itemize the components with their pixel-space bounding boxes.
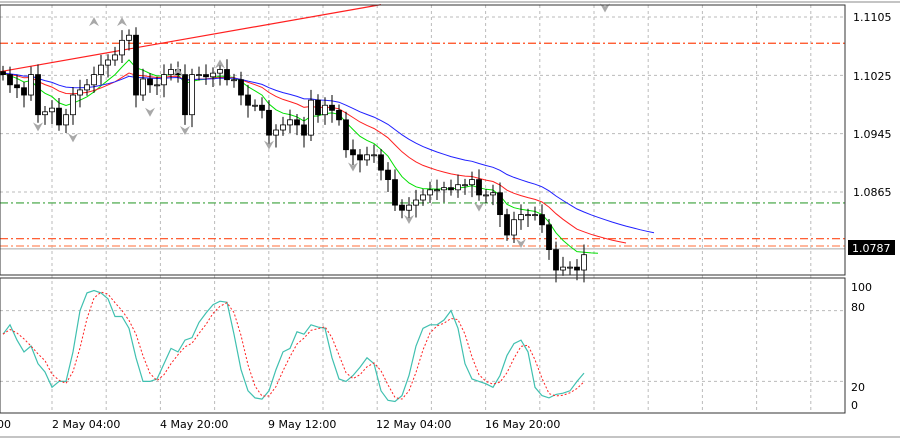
candle-bear [343, 119, 349, 151]
candle-bear [56, 107, 62, 126]
candle-bear [399, 204, 405, 211]
current-price: 1.0787 [852, 242, 891, 255]
candle-bear [266, 109, 272, 136]
time-tick: 00 [0, 418, 11, 431]
candle-bear [259, 104, 265, 111]
candle-bull [140, 78, 146, 96]
candle-bull [287, 119, 293, 126]
candle-bull [308, 99, 314, 136]
candle-bear [14, 84, 20, 89]
candle-bull [371, 154, 377, 157]
candle-bull [189, 74, 195, 116]
candle-bull [49, 107, 55, 113]
candle-bear [539, 214, 545, 226]
candle-bull [42, 111, 48, 116]
candle-bear [553, 249, 559, 271]
price-tick: 1.1025 [853, 70, 892, 83]
candle-bull [91, 74, 97, 86]
candle-bear [350, 149, 356, 156]
candle-bull [441, 187, 447, 191]
candle-bull [525, 214, 531, 217]
time-tick: 16 May 20:00 [485, 418, 560, 431]
candle-bear [497, 192, 503, 216]
candle-bear [203, 74, 209, 78]
candle-bull [560, 266, 566, 271]
candle-bear [301, 124, 307, 136]
candle-bull [322, 104, 328, 116]
candle-bull [28, 74, 34, 96]
candle-bull [217, 69, 223, 74]
candle-bull [511, 219, 517, 236]
price-tick: 1.0945 [853, 128, 892, 141]
candle-bear [7, 74, 13, 86]
candle-bear [378, 154, 384, 171]
candle-bear [357, 154, 363, 161]
candle-bull [273, 129, 279, 136]
candle-bull [154, 84, 160, 87]
candle-bear [0, 71, 6, 76]
candle-bull [364, 154, 370, 161]
candle-bull [126, 34, 132, 41]
time-tick: 4 May 20:00 [160, 418, 228, 431]
candle-bear [336, 109, 342, 121]
candle-bull [420, 194, 426, 201]
price-tick: 1.0865 [853, 186, 892, 199]
candle-bull [119, 39, 125, 56]
candle-bull [161, 74, 167, 86]
candle-bear [147, 78, 153, 86]
candle-bull [105, 59, 111, 66]
candle-bull [434, 189, 440, 192]
candle-bear [224, 69, 230, 81]
candle-bear [133, 34, 139, 96]
candle-bull [196, 74, 202, 77]
candle-bull [98, 64, 104, 76]
candle-bear [546, 224, 552, 251]
candle-bull [483, 194, 489, 197]
osc-tick: 0 [851, 399, 858, 412]
candle-bull [112, 54, 118, 61]
candle-bear [448, 187, 454, 191]
candle-bull [518, 214, 524, 221]
candle-bull [455, 184, 461, 191]
candle-bull [280, 124, 286, 131]
candle-bull [252, 104, 258, 107]
time-tick: 2 May 04:00 [52, 418, 120, 431]
osc-tick: 80 [851, 301, 865, 314]
candle-bull [532, 214, 538, 217]
candle-bull [84, 84, 90, 91]
candle-bear [35, 74, 41, 116]
candle-bear [238, 79, 244, 96]
candle-bull [77, 89, 83, 96]
candle-bull [490, 192, 496, 196]
candle-bull [462, 184, 468, 187]
candle-bear [315, 99, 321, 116]
candle-bull [567, 266, 573, 269]
candle-bear [329, 104, 335, 111]
candle-bear [392, 179, 398, 206]
candle-bull [168, 69, 174, 76]
price-chart[interactable]: 1.1105 1.1025 1.0945 1.0865 1.0787 100 8… [0, 0, 900, 439]
time-tick: 12 May 04:00 [376, 418, 451, 431]
candle-bear [385, 169, 391, 181]
candle-bull [63, 114, 69, 126]
candle-bull [427, 189, 433, 196]
candle-bull [413, 199, 419, 206]
osc-tick: 20 [851, 381, 865, 394]
candle-bull [210, 72, 216, 78]
candle-bull [231, 79, 237, 82]
price-tick: 1.1105 [853, 11, 892, 24]
candle-bear [574, 266, 580, 271]
candle-bear [294, 119, 300, 126]
time-tick: 9 May 12:00 [268, 418, 336, 431]
osc-tick: 100 [851, 281, 872, 294]
candle-bull [406, 204, 412, 211]
candle-bear [245, 94, 251, 106]
candle-bear [504, 214, 510, 236]
candle-bull [469, 179, 475, 186]
candle-bear [21, 87, 27, 96]
candle-bear [182, 74, 188, 116]
candle-bear [476, 179, 482, 196]
candle-bull [70, 94, 76, 116]
candle-bull [581, 254, 587, 271]
